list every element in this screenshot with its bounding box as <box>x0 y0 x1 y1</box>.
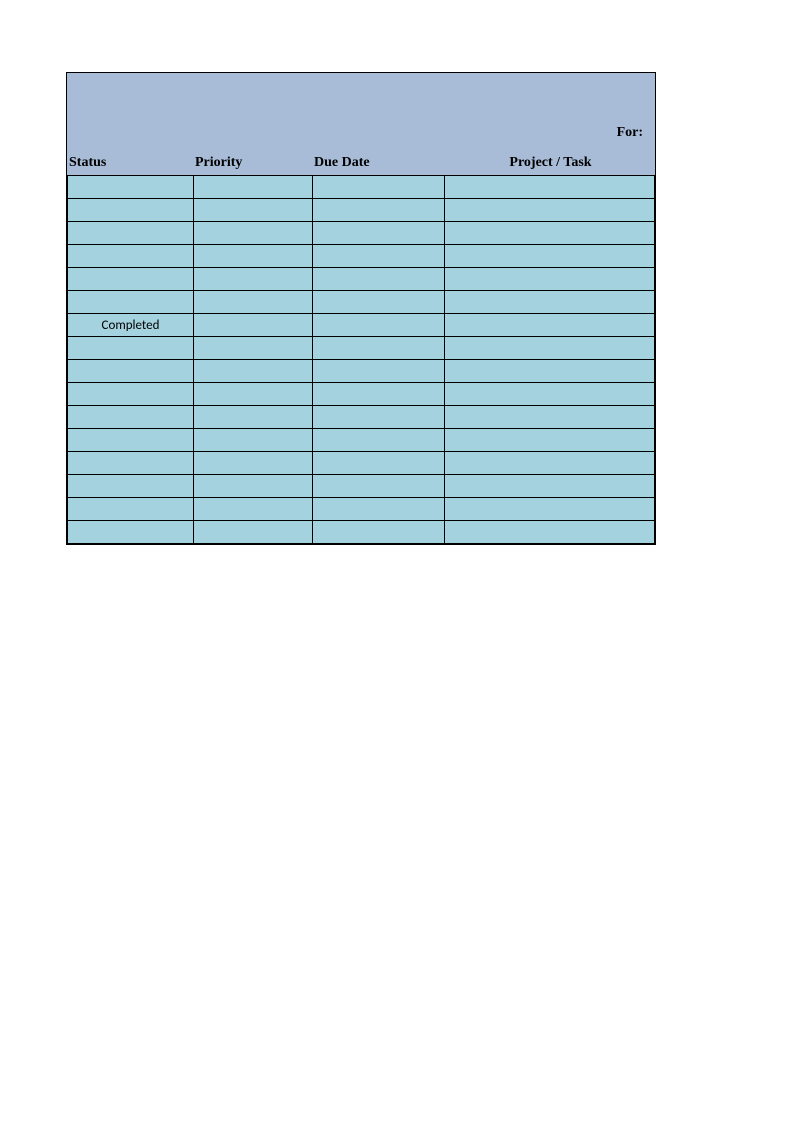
table-row <box>68 475 655 498</box>
for-label: For: <box>617 125 643 141</box>
cell-priority[interactable] <box>194 291 313 314</box>
cell-project-task[interactable] <box>445 245 655 268</box>
table-row <box>68 222 655 245</box>
cell-priority[interactable] <box>194 245 313 268</box>
cell-due-date[interactable] <box>313 199 445 222</box>
cell-project-task[interactable] <box>445 429 655 452</box>
column-header-due-date: Due Date <box>312 155 444 175</box>
cell-due-date[interactable] <box>313 245 445 268</box>
cell-project-task[interactable] <box>445 452 655 475</box>
cell-status[interactable] <box>68 429 194 452</box>
table-row <box>68 383 655 406</box>
cell-status[interactable] <box>68 406 194 429</box>
cell-project-task[interactable] <box>445 498 655 521</box>
cell-priority[interactable] <box>194 475 313 498</box>
cell-status[interactable] <box>68 199 194 222</box>
cell-status[interactable] <box>68 383 194 406</box>
table-row <box>68 498 655 521</box>
cell-project-task[interactable] <box>445 291 655 314</box>
table-row <box>68 429 655 452</box>
table-row <box>68 291 655 314</box>
table-row: Completed <box>68 314 655 337</box>
cell-project-task[interactable] <box>445 222 655 245</box>
column-header-project-task: Project / Task <box>444 155 655 175</box>
cell-due-date[interactable] <box>313 452 445 475</box>
cell-status[interactable] <box>68 337 194 360</box>
table-row <box>68 199 655 222</box>
cell-due-date[interactable] <box>313 337 445 360</box>
cell-priority[interactable] <box>194 521 313 544</box>
cell-project-task[interactable] <box>445 406 655 429</box>
cell-status[interactable] <box>68 222 194 245</box>
cell-project-task[interactable] <box>445 521 655 544</box>
cell-priority[interactable] <box>194 199 313 222</box>
table-row <box>68 452 655 475</box>
table-row <box>68 245 655 268</box>
task-table: Completed <box>67 175 655 544</box>
cell-priority[interactable] <box>194 406 313 429</box>
table-row <box>68 268 655 291</box>
cell-status[interactable] <box>68 498 194 521</box>
cell-project-task[interactable] <box>445 360 655 383</box>
cell-status[interactable] <box>68 268 194 291</box>
cell-project-task[interactable] <box>445 337 655 360</box>
cell-due-date[interactable] <box>313 383 445 406</box>
table-row <box>68 406 655 429</box>
table-row <box>68 337 655 360</box>
cell-project-task[interactable] <box>445 383 655 406</box>
cell-status[interactable] <box>68 452 194 475</box>
cell-due-date[interactable] <box>313 406 445 429</box>
cell-due-date[interactable] <box>313 498 445 521</box>
cell-due-date[interactable] <box>313 291 445 314</box>
cell-priority[interactable] <box>194 268 313 291</box>
cell-status[interactable] <box>68 245 194 268</box>
cell-due-date[interactable] <box>313 314 445 337</box>
column-header-status: Status <box>67 155 193 175</box>
cell-priority[interactable] <box>194 383 313 406</box>
cell-due-date[interactable] <box>313 222 445 245</box>
cell-priority[interactable] <box>194 337 313 360</box>
table-row <box>68 176 655 199</box>
cell-priority[interactable] <box>194 452 313 475</box>
cell-project-task[interactable] <box>445 176 655 199</box>
cell-project-task[interactable] <box>445 268 655 291</box>
cell-project-task[interactable] <box>445 314 655 337</box>
header-band: For: <box>67 73 655 145</box>
cell-due-date[interactable] <box>313 176 445 199</box>
cell-status[interactable] <box>68 475 194 498</box>
cell-priority[interactable] <box>194 176 313 199</box>
cell-status[interactable] <box>68 360 194 383</box>
table-row <box>68 521 655 544</box>
cell-priority[interactable] <box>194 429 313 452</box>
cell-status[interactable] <box>68 291 194 314</box>
table-row <box>68 360 655 383</box>
cell-due-date[interactable] <box>313 360 445 383</box>
cell-project-task[interactable] <box>445 475 655 498</box>
cell-due-date[interactable] <box>313 429 445 452</box>
cell-due-date[interactable] <box>313 475 445 498</box>
cell-status[interactable]: Completed <box>68 314 194 337</box>
column-header-priority: Priority <box>193 155 312 175</box>
cell-priority[interactable] <box>194 360 313 383</box>
cell-priority[interactable] <box>194 314 313 337</box>
cell-due-date[interactable] <box>313 268 445 291</box>
cell-project-task[interactable] <box>445 199 655 222</box>
task-sheet: For: Status Priority Due Date Project / … <box>66 72 656 545</box>
cell-priority[interactable] <box>194 222 313 245</box>
cell-priority[interactable] <box>194 498 313 521</box>
cell-status[interactable] <box>68 521 194 544</box>
cell-due-date[interactable] <box>313 521 445 544</box>
column-headers-row: Status Priority Due Date Project / Task <box>67 145 655 175</box>
cell-status[interactable] <box>68 176 194 199</box>
